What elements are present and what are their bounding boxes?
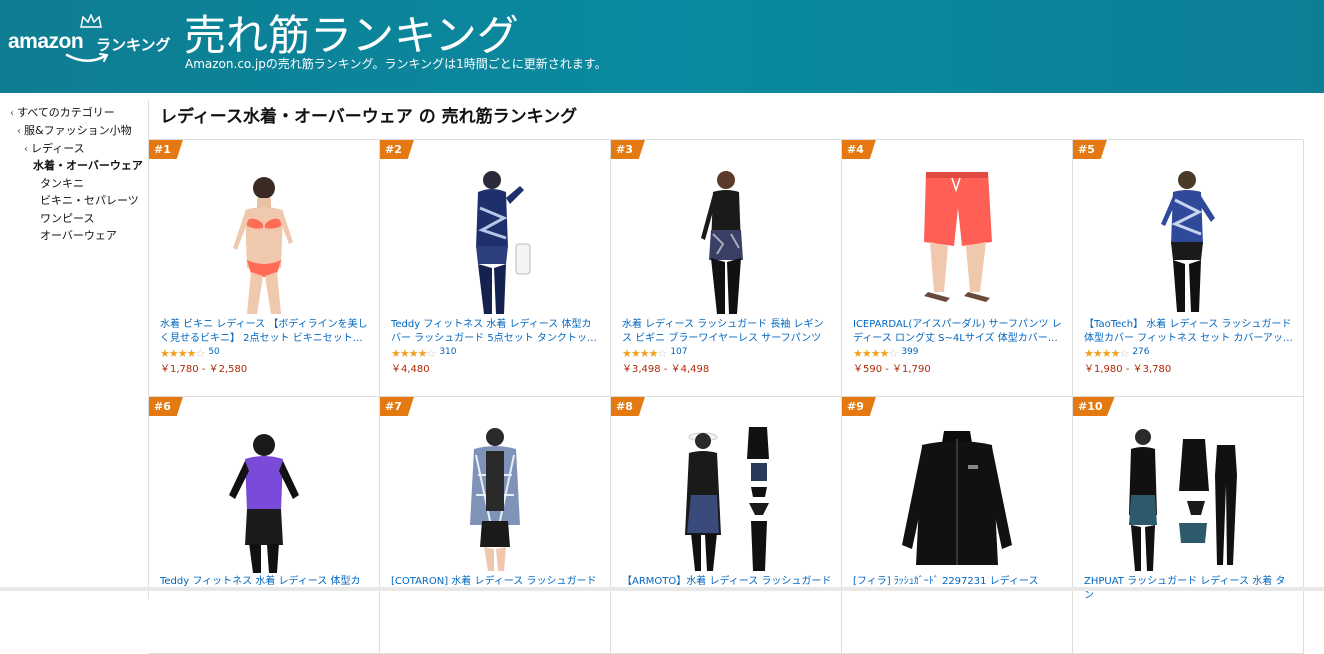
rank-badge: #8 bbox=[611, 397, 645, 416]
sidebar-item-all-categories[interactable]: ‹ すべてのカテゴリー bbox=[10, 106, 115, 121]
rank-badge: #6 bbox=[149, 397, 183, 416]
sidebar-item-bikini[interactable]: ビキニ・セパレーツ bbox=[40, 194, 139, 208]
product-title-link[interactable]: 【TaoTech】 水着 レディース ラッシュガード 体型カバー フィットネス … bbox=[1084, 318, 1294, 346]
crown-icon bbox=[80, 14, 102, 28]
sidebar-item-tankini[interactable]: タンキニ bbox=[40, 177, 84, 191]
header-title: 売れ筋ランキング bbox=[184, 11, 519, 60]
product-price: ￥1,780 - ￥2,580 bbox=[160, 364, 248, 375]
product-rating[interactable]: ★★★★☆ 276 bbox=[1084, 347, 1150, 360]
product-rating[interactable]: ★★★★☆ 107 bbox=[622, 347, 688, 360]
product-image[interactable] bbox=[420, 168, 570, 316]
sidebar-item-swimwear-current: 水着・オーバーウェア bbox=[33, 159, 143, 172]
chevron-left-icon: ‹ bbox=[10, 108, 14, 119]
rank-badge: #1 bbox=[149, 140, 183, 159]
product-grid: #1 水着 ビキニ レディース 【ボディラインを美しく見せるビキニ】 2点セット… bbox=[148, 139, 1304, 654]
product-price: ￥4,480 bbox=[391, 364, 430, 375]
review-count[interactable]: 399 bbox=[901, 347, 918, 357]
product-title-link[interactable]: 水着 レディース ラッシュガード 長袖 レギンス ビギニ ブラーワイヤーレス サ… bbox=[622, 318, 832, 346]
product-image[interactable] bbox=[1113, 168, 1263, 316]
product-image[interactable] bbox=[189, 425, 339, 573]
product-title-link[interactable]: 水着 ビキニ レディース 【ボディラインを美しく見せるビキニ】 2点セット ビキ… bbox=[160, 318, 370, 346]
product-card-2[interactable]: #2 Teddy フィットネス 水着 レディース 体型カバー ラッシュガード 5… bbox=[380, 140, 611, 397]
product-rating[interactable]: ★★★★☆ 399 bbox=[853, 347, 919, 360]
product-image[interactable] bbox=[651, 168, 801, 316]
review-count[interactable]: 107 bbox=[670, 347, 687, 357]
product-price: ￥1,980 - ￥3,780 bbox=[1084, 364, 1172, 375]
product-card-5[interactable]: #5 【TaoTech】 水着 レディース ラッシュガード 体型カバー フィット… bbox=[1073, 140, 1304, 397]
logo-wordmark: amazon bbox=[8, 30, 84, 53]
sidebar-item-label: レディース bbox=[31, 142, 85, 155]
star-rating-icon: ★★★★☆ bbox=[391, 347, 436, 360]
star-rating-icon: ★★★★☆ bbox=[622, 347, 667, 360]
sidebar-item-ladies[interactable]: ‹ レディース bbox=[24, 142, 85, 157]
product-price: ￥3,498 - ￥4,498 bbox=[622, 364, 710, 375]
product-card-9[interactable]: #9 [フィラ] ﾗｯｼｭｶﾞｰﾄﾞ 2297231 レディース bbox=[842, 397, 1073, 654]
header-subtitle: Amazon.co.jpの売れ筋ランキング。ランキングは1時間ごとに更新されます… bbox=[185, 57, 607, 71]
rank-badge: #10 bbox=[1073, 397, 1115, 416]
product-card-10[interactable]: #10 ZHPUAT ラッシュガード レディース 水着 タン bbox=[1073, 397, 1304, 654]
sidebar-item-onepiece[interactable]: ワンピース bbox=[40, 212, 94, 226]
rank-badge: #7 bbox=[380, 397, 414, 416]
product-image[interactable] bbox=[189, 168, 339, 316]
star-rating-icon: ★★★★☆ bbox=[1084, 347, 1129, 360]
header-banner: amazon ランキング 売れ筋ランキング Amazon.co.jpの売れ筋ラン… bbox=[0, 0, 1324, 93]
smile-arrow-icon bbox=[65, 53, 109, 62]
rank-badge: #2 bbox=[380, 140, 414, 159]
rank-badge: #3 bbox=[611, 140, 645, 159]
review-count[interactable]: 276 bbox=[1132, 347, 1149, 357]
product-card-8[interactable]: #8 【ARMOTO】水着 レディース ラッシュガード bbox=[611, 397, 842, 654]
product-image[interactable] bbox=[651, 425, 801, 573]
sidebar-item-overwear[interactable]: オーバーウェア bbox=[40, 229, 117, 243]
product-card-4[interactable]: #4 ICEPARDAL(アイスパーダル) サーフパンツ レディース ロング丈 … bbox=[842, 140, 1073, 397]
review-count[interactable]: 310 bbox=[439, 347, 456, 357]
star-rating-icon: ★★★★☆ bbox=[853, 347, 898, 360]
review-count[interactable]: 50 bbox=[208, 347, 219, 357]
product-card-6[interactable]: #6 Teddy フィットネス 水着 レディース 体型カ bbox=[149, 397, 380, 654]
product-rating[interactable]: ★★★★☆ 310 bbox=[391, 347, 457, 360]
product-card-3[interactable]: #3 水着 レディース ラッシュガード 長袖 レギンス ビギニ ブラーワイヤーレ… bbox=[611, 140, 842, 397]
product-price: ￥590 - ￥1,790 bbox=[853, 364, 931, 375]
product-card-7[interactable]: #7 [COTARON] 水着 レディース ラッシュガード bbox=[380, 397, 611, 654]
product-image[interactable] bbox=[1113, 425, 1263, 573]
product-image[interactable] bbox=[420, 425, 570, 573]
sidebar-item-fashion[interactable]: ‹ 服&ファッション小物 bbox=[17, 124, 132, 139]
product-card-1[interactable]: #1 水着 ビキニ レディース 【ボディラインを美しく見せるビキニ】 2点セット… bbox=[149, 140, 380, 397]
product-title-link[interactable]: Teddy フィットネス 水着 レディース 体型カバー ラッシュガード 5点セッ… bbox=[391, 318, 601, 346]
product-image[interactable] bbox=[882, 425, 1032, 573]
chevron-left-icon: ‹ bbox=[24, 144, 28, 155]
rank-badge: #4 bbox=[842, 140, 876, 159]
product-rating[interactable]: ★★★★☆ 50 bbox=[160, 347, 220, 360]
rank-badge: #9 bbox=[842, 397, 876, 416]
product-image[interactable] bbox=[882, 168, 1032, 316]
chevron-left-icon: ‹ bbox=[17, 126, 21, 137]
star-rating-icon: ★★★★☆ bbox=[160, 347, 205, 360]
page-title: レディース水着・オーバーウェア の 売れ筋ランキング bbox=[160, 107, 578, 127]
sidebar-item-label: すべてのカテゴリー bbox=[17, 106, 115, 119]
sidebar-item-label: 服&ファッション小物 bbox=[24, 124, 132, 137]
horizontal-scrollbar[interactable] bbox=[0, 587, 1324, 591]
rank-badge: #5 bbox=[1073, 140, 1107, 159]
product-title-link[interactable]: ICEPARDAL(アイスパーダル) サーフパンツ レディース ロング丈 S~4… bbox=[853, 318, 1063, 346]
amazon-ranking-logo[interactable]: amazon ランキング bbox=[8, 14, 173, 74]
